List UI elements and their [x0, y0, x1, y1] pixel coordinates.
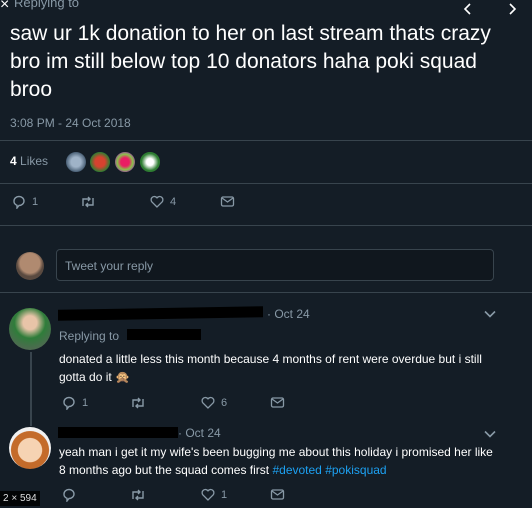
reply-count: 1: [32, 196, 39, 208]
reply-count: 1: [82, 397, 89, 409]
like-action[interactable]: 4: [150, 195, 176, 208]
divider: [0, 292, 532, 293]
liker-avatar[interactable]: [114, 151, 136, 173]
likes-stat[interactable]: 4 Likes: [10, 154, 48, 168]
tweet-text: saw ur 1k donation to her on last stream…: [10, 22, 491, 101]
divider: [0, 140, 532, 141]
hashtag-link[interactable]: #pokisquad: [325, 463, 386, 477]
thread-line: [30, 352, 32, 426]
liker-avatar[interactable]: [139, 151, 161, 173]
reply-action[interactable]: [62, 488, 76, 502]
heart-icon: [150, 195, 164, 208]
message-action[interactable]: [270, 488, 285, 501]
divider: [0, 183, 532, 184]
redacted-name: [58, 427, 178, 438]
likes-label: Likes: [20, 154, 49, 168]
reply-date[interactable]: · Oct 24: [178, 426, 221, 440]
chevron-down-icon[interactable]: [484, 430, 496, 438]
message-action[interactable]: [270, 396, 285, 409]
redacted-name: [58, 306, 263, 321]
liker-avatar[interactable]: [65, 151, 87, 173]
chevron-left-icon[interactable]: [462, 2, 474, 16]
chevron-down-icon[interactable]: [484, 310, 496, 318]
reply-avatar[interactable]: [9, 427, 51, 469]
retweet-action[interactable]: [130, 396, 146, 410]
replying-to-label: Replying to: [14, 0, 80, 10]
reply-icon: [62, 396, 76, 410]
envelope-icon: [220, 195, 235, 208]
liker-avatar[interactable]: [89, 151, 111, 173]
retweet-icon: [130, 396, 146, 410]
like-count: 6: [221, 396, 228, 409]
retweet-action[interactable]: [80, 195, 96, 209]
envelope-icon: [270, 488, 285, 501]
dimensions-overlay: 2 × 594: [0, 491, 40, 506]
envelope-icon: [270, 396, 285, 409]
like-count: 4: [170, 195, 177, 208]
reply-date[interactable]: · Oct 24: [267, 307, 310, 321]
heart-icon: [201, 488, 215, 501]
close-icon[interactable]: ×: [0, 0, 9, 13]
tweet-timestamp[interactable]: 3:08 PM - 24 Oct 2018: [10, 116, 131, 130]
message-action[interactable]: [220, 195, 235, 208]
reply-icon: [62, 488, 76, 502]
reply-avatar[interactable]: [9, 308, 51, 350]
retweet-icon: [80, 195, 96, 209]
reply-input[interactable]: Tweet your reply: [56, 249, 494, 281]
monkey-emoji: 🙊: [115, 370, 131, 384]
user-avatar[interactable]: [16, 252, 44, 280]
like-action[interactable]: 6: [201, 396, 227, 409]
divider: [0, 225, 532, 226]
replying-to-label: Replying to: [59, 329, 120, 343]
reply-action[interactable]: 1: [12, 195, 38, 209]
redacted-handle: [127, 329, 201, 340]
retweet-action[interactable]: [130, 488, 146, 502]
like-count: 1: [221, 488, 228, 501]
reply-text: donated a little less this month because…: [59, 350, 499, 386]
retweet-icon: [130, 488, 146, 502]
chevron-right-icon[interactable]: [506, 2, 518, 16]
reply-action[interactable]: 1: [62, 396, 88, 410]
reply-text: yeah man i get it my wife's been bugging…: [59, 443, 499, 479]
hashtag-link[interactable]: #devoted: [272, 463, 321, 477]
likes-count: 4: [10, 154, 17, 168]
like-action[interactable]: 1: [201, 488, 227, 501]
heart-icon: [201, 396, 215, 409]
reply-icon: [12, 195, 26, 209]
